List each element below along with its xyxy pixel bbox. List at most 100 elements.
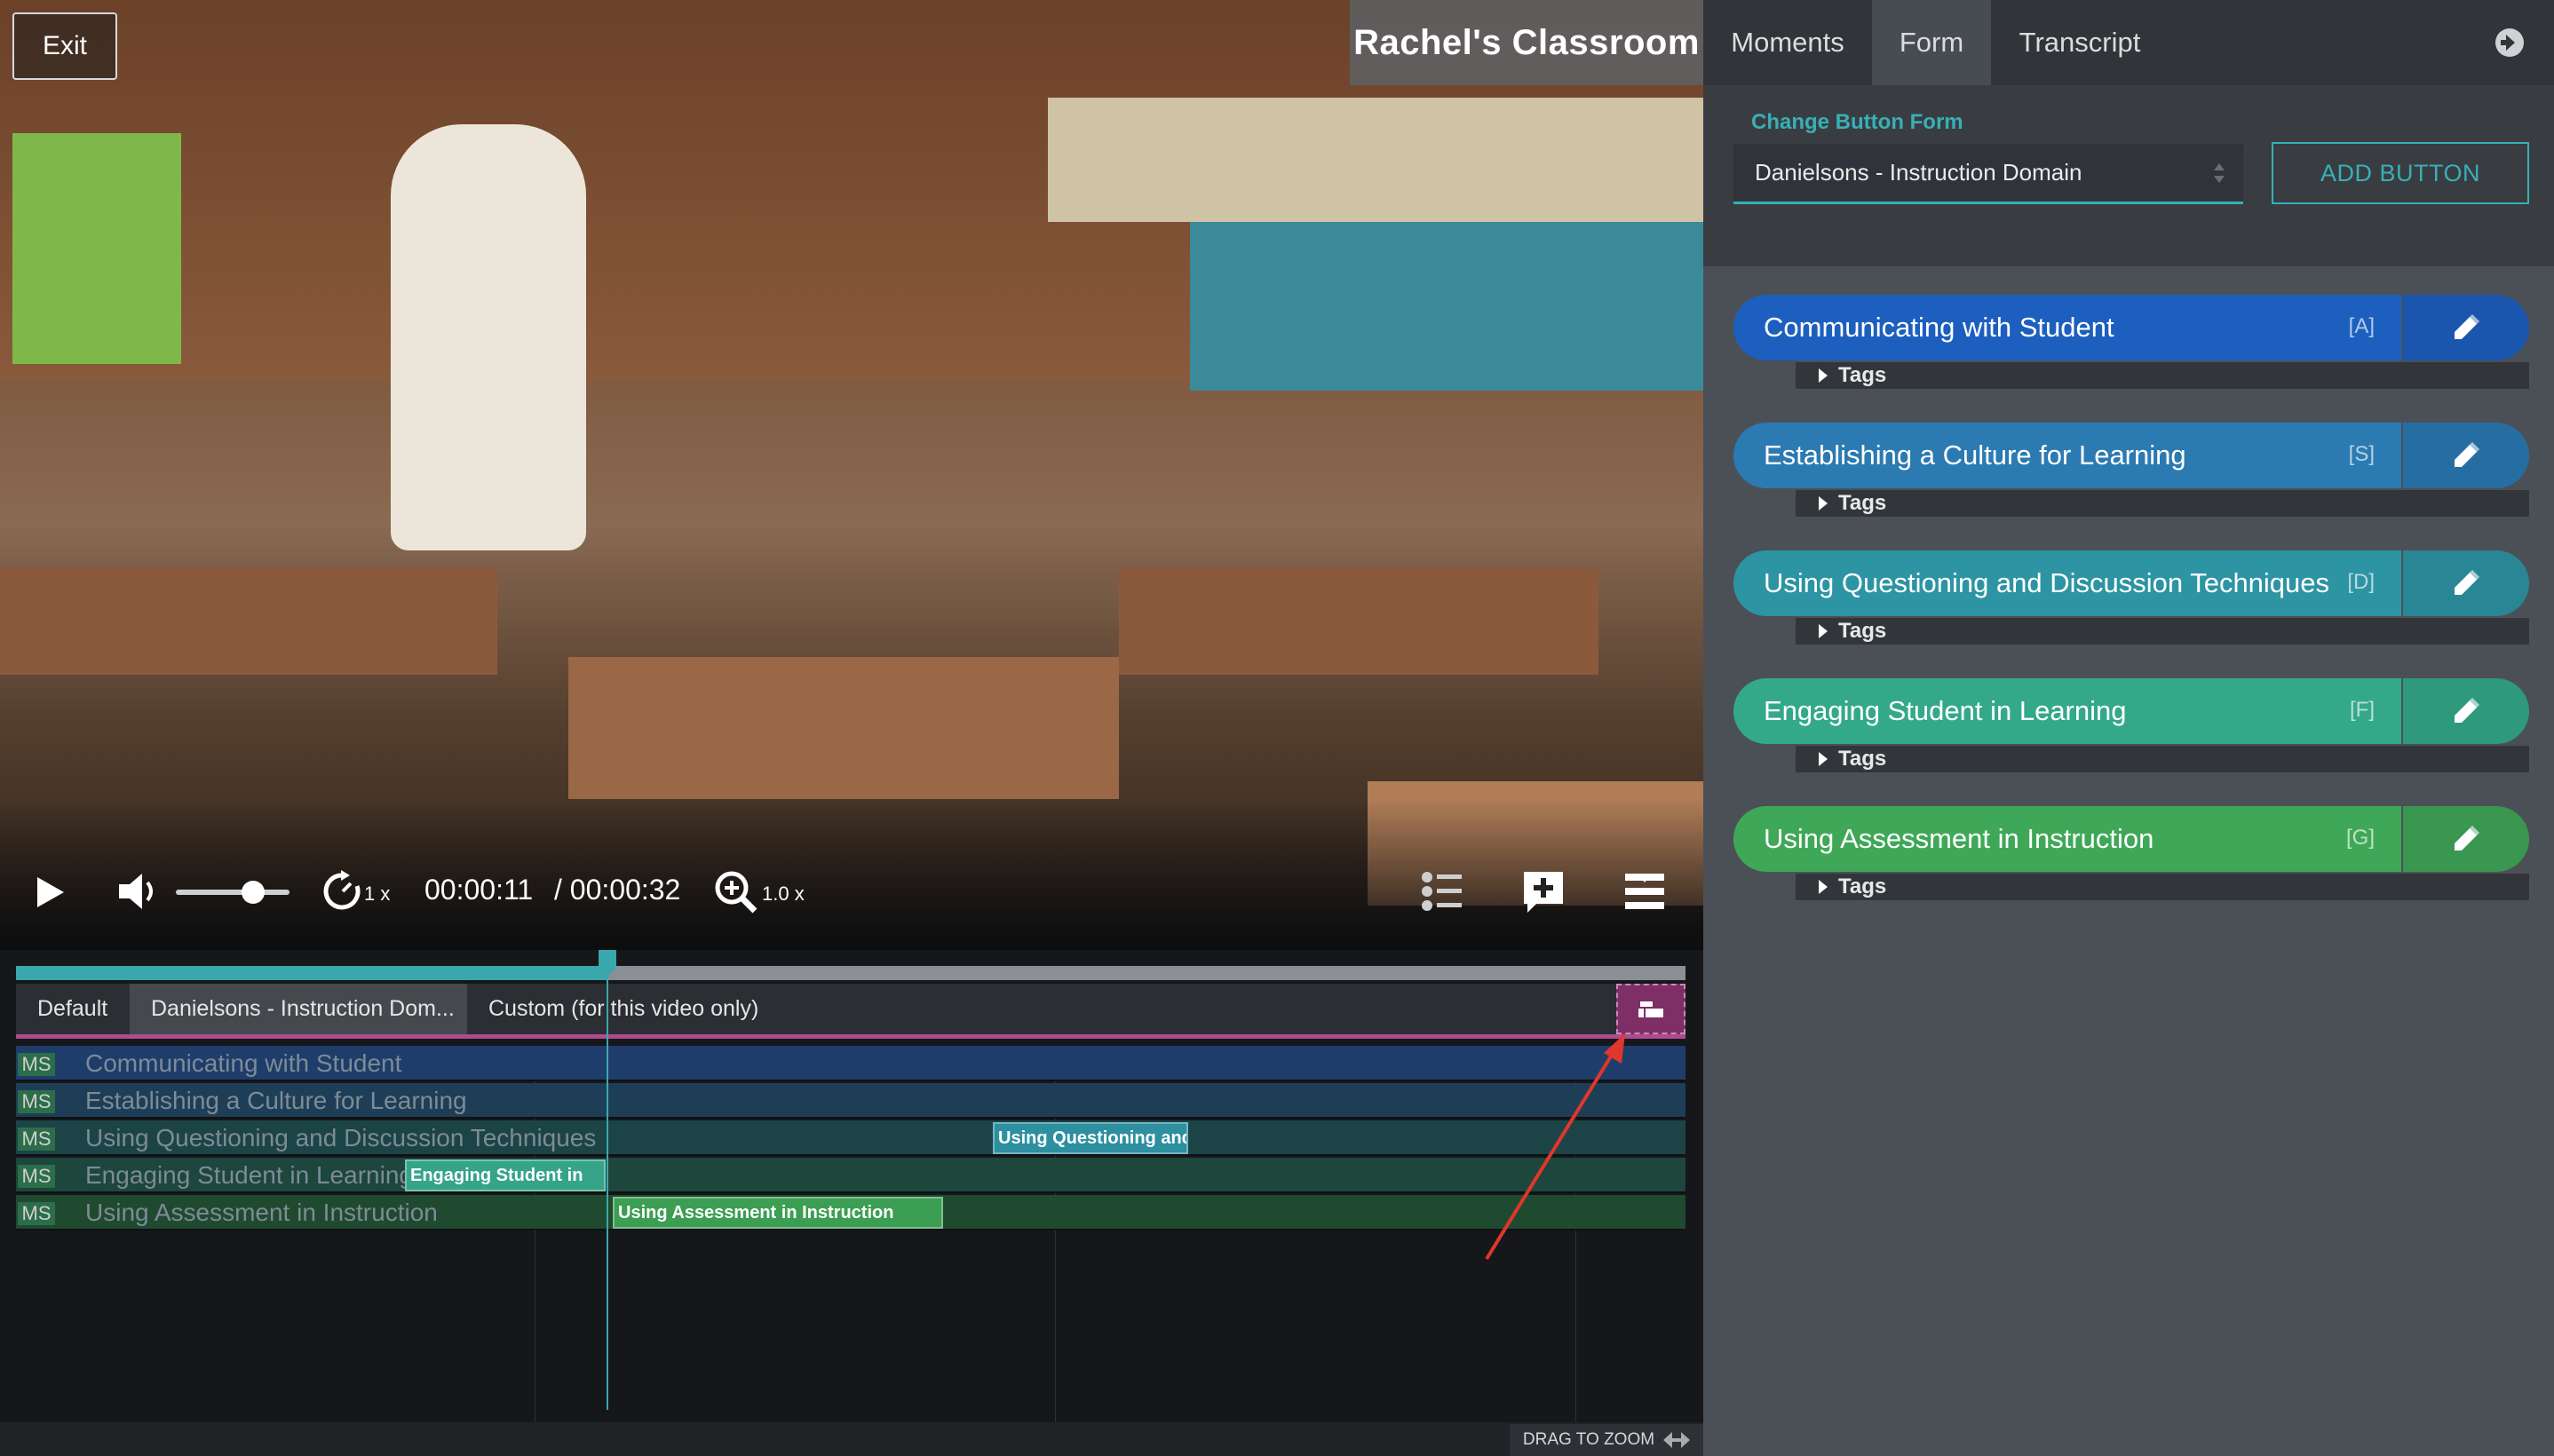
- moment-button[interactable]: Using Questioning and Discussion Techniq…: [1733, 550, 2529, 645]
- video-frame-bulletin-board: [1190, 213, 1703, 391]
- total-time: / 00:00:32: [554, 874, 681, 906]
- video-frame-wall-upper: [1048, 98, 1703, 222]
- timeline-row-badge: MS: [18, 1165, 55, 1188]
- timeline-clip[interactable]: Using Assessment in Instruction: [613, 1197, 943, 1229]
- caret-right-icon: [1819, 752, 1828, 766]
- change-form-label: Change Button Form: [1751, 110, 1963, 134]
- video-frame-desk-3: [1119, 568, 1598, 675]
- timeline-row-label: Communicating with Student: [85, 1049, 402, 1077]
- moment-button[interactable]: Communicating with Student [A] Tags: [1733, 295, 2529, 389]
- current-time: 00:00:11: [424, 874, 534, 906]
- annotation-arrow: [1485, 1033, 1625, 1261]
- video-frame-desk-2: [568, 657, 1119, 799]
- form-select[interactable]: Danielsons - Instruction Domain: [1733, 144, 2243, 204]
- moment-button-main[interactable]: Establishing a Culture for Learning [S]: [1733, 423, 2401, 488]
- moment-button-main[interactable]: Communicating with Student [A]: [1733, 295, 2401, 360]
- form-select-value: Danielsons - Instruction Domain: [1755, 159, 2082, 186]
- tags-toggle[interactable]: Tags: [1796, 490, 2529, 517]
- volume-slider-knob[interactable]: [242, 881, 265, 904]
- timeline-row-label: Establishing a Culture for Learning: [85, 1087, 467, 1114]
- side-panel: Moments Form Transcript Change Button Fo…: [1703, 0, 2554, 1456]
- pencil-icon: [2455, 826, 2479, 851]
- player-controls: 1 x 00:00:11 / 00:00:32 1.0 x: [0, 843, 1703, 941]
- tab-danielsons[interactable]: Danielsons - Instruction Dom...: [130, 984, 467, 1034]
- volume-slider[interactable]: [176, 890, 290, 895]
- timeline-row[interactable]: MS Establishing a Culture for Learning: [16, 1083, 1685, 1119]
- exit-button[interactable]: Exit: [12, 12, 117, 80]
- pencil-icon: [2455, 314, 2479, 339]
- tags-toggle[interactable]: Tags: [1796, 746, 2529, 772]
- tags-label: Tags: [1838, 619, 1887, 643]
- form-settings: Change Button Form Danielsons - Instruct…: [1703, 85, 2554, 266]
- moment-button-label: Establishing a Culture for Learning: [1764, 439, 2186, 471]
- timeline-row[interactable]: MS Engaging Student in Learning: [16, 1158, 1685, 1193]
- video-title: Rachel's Classroom: [1350, 0, 1703, 85]
- timeline-row[interactable]: MS Using Questioning and Discussion Techn…: [16, 1120, 1685, 1156]
- volume-icon[interactable]: [117, 868, 160, 914]
- tags-label: Tags: [1838, 491, 1887, 515]
- edit-button[interactable]: [2403, 550, 2529, 616]
- zoom-label[interactable]: 1.0 x: [762, 882, 805, 906]
- moment-button-label: Engaging Student in Learning: [1764, 695, 2127, 726]
- layers-icon: [1638, 1001, 1663, 1017]
- zoom-icon[interactable]: [714, 868, 758, 914]
- tab-transcript[interactable]: Transcript: [1991, 0, 2169, 85]
- list-icon[interactable]: [1421, 870, 1463, 913]
- tab-custom[interactable]: Custom (for this video only): [467, 984, 780, 1034]
- timeline-row-label: Using Assessment in Instruction: [85, 1199, 438, 1226]
- timeline-row-badge: MS: [18, 1202, 55, 1225]
- moment-button-main[interactable]: Engaging Student in Learning [F]: [1733, 678, 2401, 744]
- drag-to-zoom[interactable]: DRAG TO ZOOM: [1510, 1424, 1703, 1456]
- timeline[interactable]: Default Danielsons - Instruction Dom... …: [0, 950, 1703, 1456]
- caret-right-icon: [1819, 496, 1828, 510]
- arrows-horizontal-icon: [1663, 1432, 1691, 1448]
- timeline-clip[interactable]: Engaging Student in: [405, 1159, 606, 1191]
- caret-right-icon: [1819, 368, 1828, 383]
- edit-button[interactable]: [2403, 806, 2529, 872]
- arrow-right-circle-icon[interactable]: [2494, 27, 2526, 59]
- timeline-clip[interactable]: Using Questioning and: [993, 1122, 1188, 1154]
- moment-button-shortcut: [G]: [2345, 826, 2375, 850]
- tags-toggle[interactable]: Tags: [1796, 618, 2529, 645]
- pencil-icon: [2455, 570, 2479, 595]
- playback-speed-label[interactable]: 1 x: [364, 882, 390, 906]
- moment-button-label: Communicating with Student: [1764, 312, 2114, 343]
- tab-moments[interactable]: Moments: [1703, 0, 1872, 85]
- edit-button[interactable]: [2403, 295, 2529, 360]
- panel-tabs: Moments Form Transcript: [1703, 0, 2554, 85]
- tags-toggle[interactable]: Tags: [1796, 362, 2529, 389]
- tab-form[interactable]: Form: [1872, 0, 1991, 85]
- video-frame-poster: [12, 133, 181, 364]
- playhead-line: [606, 966, 608, 1410]
- moment-button[interactable]: Engaging Student in Learning [F] Tags: [1733, 678, 2529, 772]
- moment-button[interactable]: Establishing a Culture for Learning [S] Ta…: [1733, 423, 2529, 517]
- progress-bar[interactable]: [16, 966, 1685, 980]
- timeline-row-label: Using Questioning and Discussion Techniq…: [85, 1124, 597, 1151]
- moment-button-shortcut: [F]: [2350, 698, 2375, 722]
- add-comment-icon[interactable]: [1520, 868, 1567, 914]
- timeline-form-tabs: Default Danielsons - Instruction Dom... …: [16, 984, 1685, 1039]
- moment-button-main[interactable]: Using Questioning and Discussion Techniq…: [1733, 550, 2401, 616]
- timeline-row[interactable]: MS Communicating with Student: [16, 1046, 1685, 1081]
- moment-button-main[interactable]: Using Assessment in Instruction [G]: [1733, 806, 2401, 872]
- tags-label: Tags: [1838, 747, 1887, 771]
- play-icon[interactable]: [37, 877, 64, 907]
- collapse-timeline-icon[interactable]: [1623, 870, 1666, 913]
- moment-button-shortcut: [D]: [2347, 570, 2375, 594]
- pencil-icon: [2455, 442, 2479, 467]
- moment-button-shortcut: [S]: [2348, 442, 2375, 466]
- tags-toggle[interactable]: Tags: [1796, 874, 2529, 900]
- drag-to-zoom-label: DRAG TO ZOOM: [1522, 1430, 1655, 1449]
- add-button[interactable]: ADD BUTTON: [2272, 142, 2529, 204]
- video-player[interactable]: Exit Rachel's Classroom 1 x 00:00:11 / 0…: [0, 0, 1703, 950]
- moment-button[interactable]: Using Assessment in Instruction [G] Tags: [1733, 806, 2529, 900]
- caret-right-icon: [1819, 624, 1828, 638]
- timeline-row-badge: MS: [18, 1128, 55, 1151]
- tab-default[interactable]: Default: [16, 984, 129, 1034]
- video-frame-teacher: [391, 124, 586, 550]
- playback-speed-icon[interactable]: [321, 868, 364, 914]
- tags-label: Tags: [1838, 363, 1887, 387]
- edit-button[interactable]: [2403, 423, 2529, 488]
- moment-button-label: Using Assessment in Instruction: [1764, 823, 2154, 854]
- edit-button[interactable]: [2403, 678, 2529, 744]
